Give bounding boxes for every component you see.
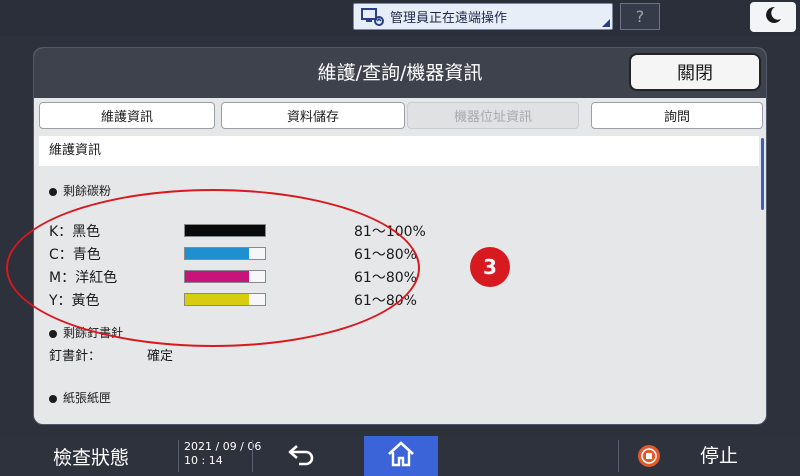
tab-bar: 維護資訊 資料儲存 機器位址資訊 詢問	[39, 102, 763, 130]
top-bar: 管理員正在遠端操作 ?	[0, 0, 800, 36]
annotation-oval	[6, 189, 420, 347]
check-status-button[interactable]: 檢查狀態	[6, 436, 176, 476]
scrollbar-thumb[interactable]	[761, 138, 764, 210]
corner-marker-icon	[602, 19, 610, 27]
tab-data-storage[interactable]: 資料儲存	[221, 102, 405, 129]
stop-icon[interactable]	[637, 444, 661, 468]
bottom-bar: 檢查狀態 2021 / 09 / 06 10 : 14 停止	[0, 436, 800, 476]
toner-heading-label: 剩餘碳粉	[63, 184, 112, 198]
back-button[interactable]	[285, 440, 319, 472]
tab-maintenance-info[interactable]: 維護資訊	[39, 102, 215, 129]
tab-inquiry[interactable]: 詢問	[591, 102, 763, 129]
help-button[interactable]: ?	[620, 3, 660, 30]
time-text: 10 : 14	[184, 454, 223, 467]
section-title: 維護資訊	[39, 136, 759, 166]
tab-machine-address-info: 機器位址資訊	[407, 102, 579, 129]
remote-operation-icon	[358, 6, 386, 28]
bullet-icon	[49, 329, 57, 338]
divider	[252, 440, 253, 472]
back-arrow-icon	[287, 442, 317, 470]
paper-tray-heading-label: 紙張紙匣	[63, 391, 112, 405]
divider	[618, 440, 619, 472]
bullet-icon	[49, 394, 57, 403]
toner-heading: 剩餘碳粉	[49, 182, 111, 199]
annotation-badge: 3	[470, 247, 510, 287]
staples-value: 確定	[147, 349, 174, 364]
stop-button[interactable]: 停止	[700, 436, 738, 476]
energy-saver-button[interactable]	[750, 2, 796, 32]
home-button[interactable]	[364, 436, 438, 476]
home-icon	[387, 441, 415, 471]
clock: 2021 / 09 / 06 10 : 14	[184, 440, 261, 468]
bullet-icon	[49, 187, 57, 196]
remote-operation-label: 管理員正在遠端操作	[390, 11, 508, 26]
close-button[interactable]: 關閉	[629, 53, 761, 91]
paper-tray-heading: 紙張紙匣	[49, 389, 111, 406]
staples-label: 釘書針：	[49, 349, 102, 364]
remote-operation-indicator[interactable]: 管理員正在遠端操作	[353, 3, 613, 30]
moon-icon	[763, 5, 783, 29]
staples-row: 釘書針： 確定	[49, 345, 173, 364]
divider	[178, 440, 179, 472]
date-text: 2021 / 09 / 06	[184, 440, 262, 453]
